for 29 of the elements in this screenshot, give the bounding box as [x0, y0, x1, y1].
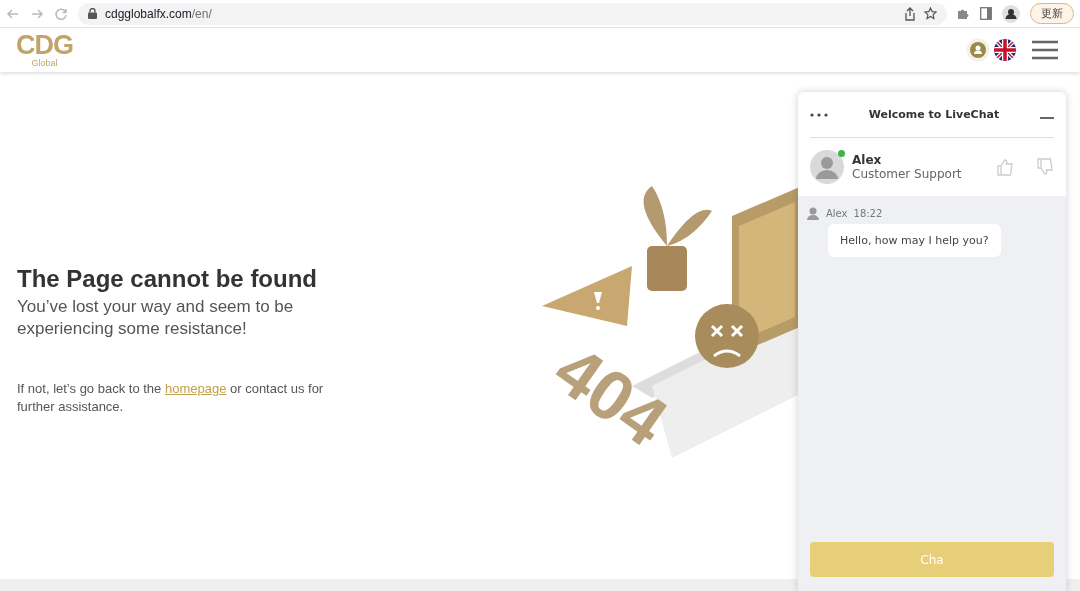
star-icon[interactable]: [924, 7, 937, 20]
error-title: The Page cannot be found: [17, 265, 318, 293]
message-bubble: Hello, how may I help you?: [828, 224, 1001, 257]
thumbs-down-icon[interactable]: [1036, 158, 1054, 176]
uk-flag-icon[interactable]: [994, 39, 1016, 61]
address-bar[interactable]: cdgglobalfx.com/en/: [78, 2, 947, 25]
chat-title: Welcome to LiveChat: [867, 108, 1001, 121]
thumbs-up-icon[interactable]: [996, 158, 1014, 176]
homepage-link[interactable]: homepage: [164, 381, 227, 396]
avatar-icon: [810, 150, 844, 184]
profile-icon[interactable]: [1002, 4, 1020, 23]
sidebar-icon[interactable]: [980, 7, 992, 20]
update-button[interactable]: 更新: [1030, 3, 1074, 24]
puzzle-icon[interactable]: [957, 7, 970, 20]
error-subtitle: You’ve lost your way and seem to be experiencing some resistance!: [17, 296, 295, 340]
message-time: 18:22: [853, 207, 883, 219]
lock-icon: [88, 8, 97, 19]
logo-text[interactable]: CDG: [16, 32, 73, 59]
agent-role: Customer Support: [852, 167, 963, 181]
avatar-icon: [806, 206, 820, 220]
agent-name: Alex: [852, 153, 883, 167]
logo-subtitle: Global: [31, 59, 58, 68]
more-options-icon[interactable]: [810, 112, 828, 117]
url-text: cdgglobalfx.com/en/: [105, 6, 212, 21]
chat-button[interactable]: Cha: [810, 542, 1054, 577]
help-text: If not, let’s go back to the homepage or contact us for further assistance.: [17, 380, 325, 416]
share-icon[interactable]: [904, 6, 916, 21]
message-author: Alex: [826, 207, 848, 219]
menu-icon[interactable]: [1032, 40, 1058, 60]
